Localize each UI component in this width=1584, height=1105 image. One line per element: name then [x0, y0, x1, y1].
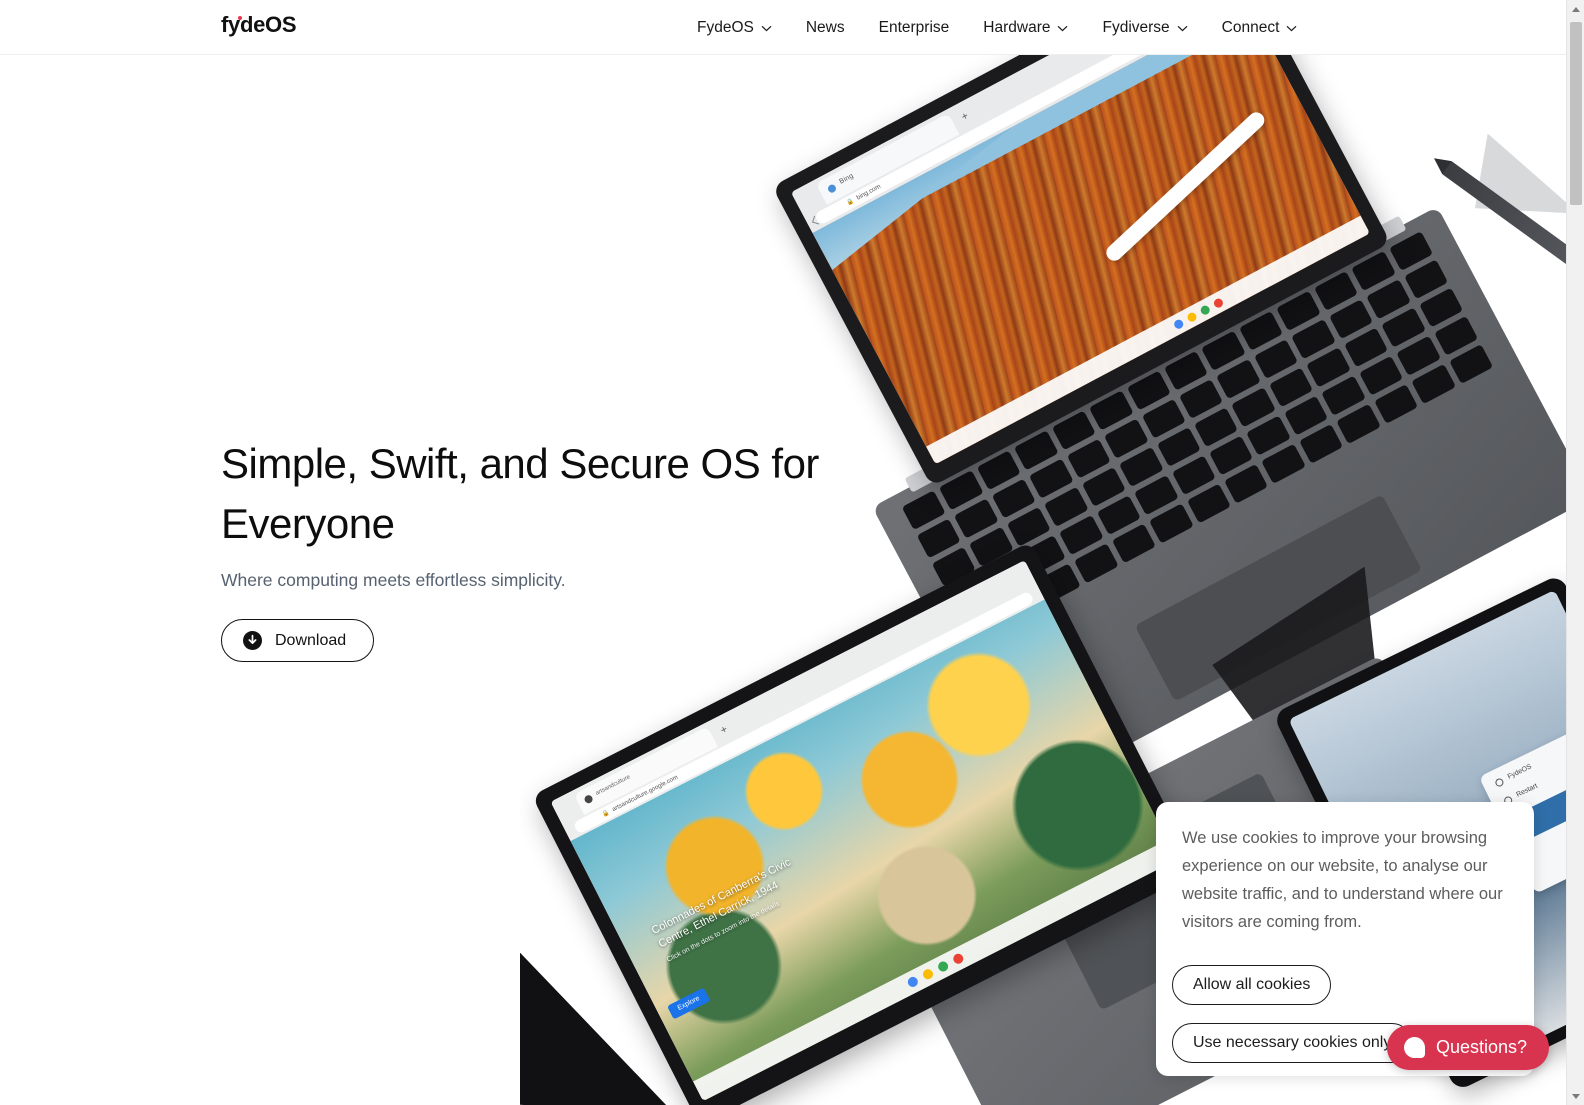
fydeos-badge-icon: [1493, 776, 1505, 788]
tablet-dialog-row-label: FydeOS: [1506, 763, 1533, 781]
shelf-icon-browser: [905, 975, 920, 989]
shelf-icon-files: [1185, 310, 1198, 324]
shelf-icon-media: [951, 952, 965, 966]
nav-label: News: [805, 18, 845, 36]
tab-title: Bing: [838, 172, 855, 186]
nav-item-connect[interactable]: Connect: [1205, 0, 1315, 55]
nav-item-news[interactable]: News: [789, 0, 862, 55]
nav-label: Fydiverse: [1102, 18, 1170, 36]
scrollbar-thumb[interactable]: [1570, 22, 1582, 205]
nav-item-hardware[interactable]: Hardware: [966, 0, 1085, 55]
shelf-icon-media: [1211, 296, 1224, 309]
new-tab-icon: +: [959, 109, 971, 124]
site-logo[interactable]: fydeOS: [221, 12, 297, 38]
browser-viewport: fydeOS FydeOS News Enterprise Hardware F…: [0, 0, 1566, 1105]
shelf-icon-files: [920, 967, 935, 982]
page-scrollbar[interactable]: [1566, 0, 1584, 1105]
chevron-down-icon: [1286, 25, 1297, 32]
nav-label: Connect: [1221, 18, 1280, 36]
chevron-down-icon: [1057, 25, 1068, 32]
chevron-down-icon: [761, 25, 772, 32]
scroll-up-arrow-icon[interactable]: [1567, 0, 1584, 18]
nav-item-fydeos[interactable]: FydeOS: [680, 0, 789, 55]
nav-label: Enterprise: [878, 18, 950, 36]
tab-title: artsandculture: [594, 774, 632, 797]
page-subtitle: Where computing meets effortless simplic…: [221, 570, 566, 590]
scroll-down-arrow-icon[interactable]: [1567, 1087, 1584, 1105]
download-circle-icon: [243, 631, 262, 650]
shelf-icon-store: [935, 959, 950, 974]
shelf-icon-browser: [1171, 317, 1185, 331]
tab-favicon-icon: [583, 793, 594, 805]
site-header: fydeOS FydeOS News Enterprise Hardware F…: [0, 0, 1566, 55]
shelf-icon-store: [1198, 303, 1211, 317]
nav-label: Hardware: [983, 18, 1051, 36]
new-tab-icon: +: [718, 723, 730, 737]
lock-icon: 🔒: [845, 198, 856, 208]
main-navigation: FydeOS News Enterprise Hardware Fydivers…: [680, 0, 1314, 55]
cookie-consent-message: We use cookies to improve your browsing …: [1182, 829, 1503, 931]
download-button-label: Download: [275, 631, 347, 649]
nav-item-enterprise[interactable]: Enterprise: [862, 0, 967, 55]
lock-icon: 🔒: [601, 809, 611, 819]
nav-label: FydeOS: [697, 18, 754, 36]
download-button[interactable]: Download: [221, 619, 375, 662]
chat-bubble-icon: [1404, 1037, 1425, 1058]
tablet-dialog-row-label: Restart: [1515, 782, 1539, 799]
necessary-cookies-only-button[interactable]: Use necessary cookies only: [1172, 1023, 1413, 1063]
chat-widget-label: Questions?: [1436, 1037, 1528, 1057]
allow-all-cookies-button[interactable]: Allow all cookies: [1172, 965, 1332, 1005]
nav-item-fydiverse[interactable]: Fydiverse: [1085, 0, 1204, 55]
site-logo-text: fydeOS: [221, 12, 297, 37]
tab-favicon-icon: [826, 183, 838, 195]
chevron-down-icon: [1177, 25, 1188, 32]
page-title: Simple, Swift, and Secure OS for Everyon…: [221, 440, 819, 547]
page-root: fydeOS FydeOS News Enterprise Hardware F…: [0, 0, 1584, 1105]
chat-widget-button[interactable]: Questions?: [1387, 1025, 1550, 1070]
logo-accent-dot: [238, 16, 242, 20]
